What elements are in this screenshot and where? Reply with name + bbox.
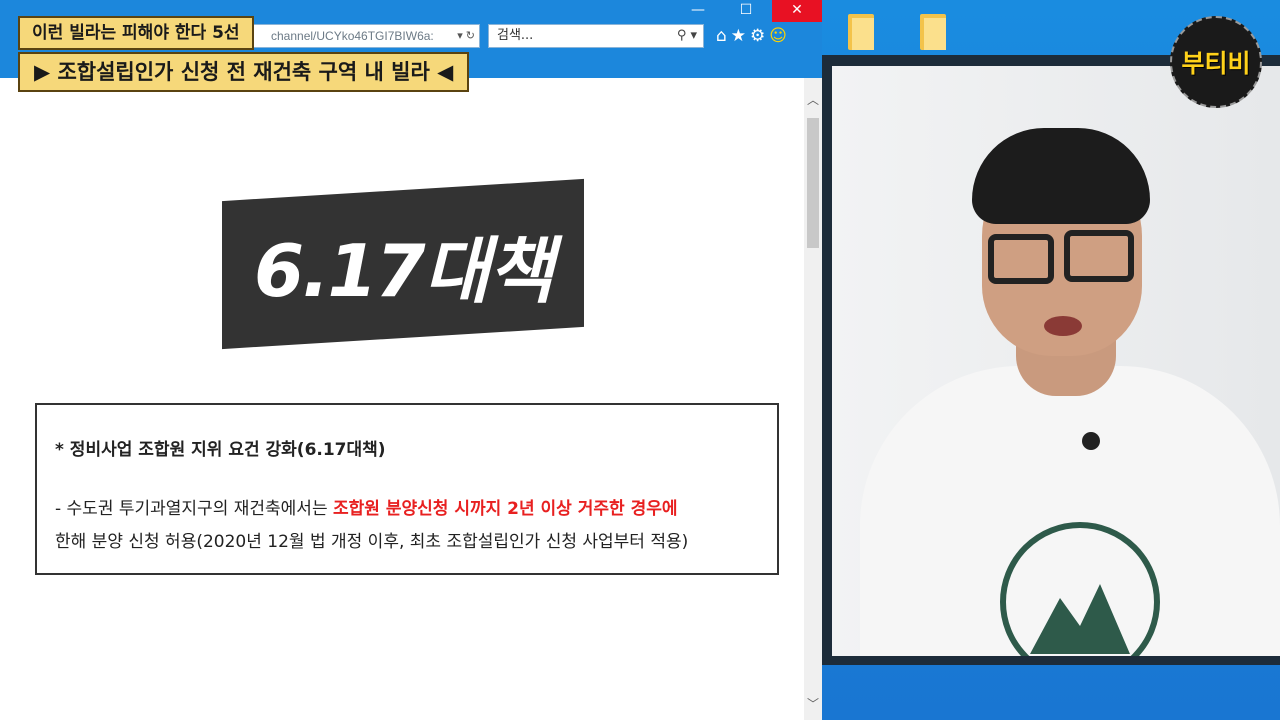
policy-text-line1: - 수도권 투기과열지구의 재건축에서는 조합원 분양신청 시까지 2년 이상 … (55, 494, 759, 519)
search-placeholder: 검색... (497, 28, 534, 43)
channel-logo: 부티비 (1170, 16, 1262, 108)
refresh-icon[interactable]: ▾ ↻ (457, 25, 475, 47)
policy-text-line2: 한해 분양 신청 허용(2020년 12월 법 개정 이후, 최초 조합설립인가… (55, 532, 689, 552)
toolbar-icons: ⌂★⚙☺ (716, 26, 791, 46)
title-banner: 6.17대책 (222, 178, 584, 350)
browser-window: — ☐ ✕ channel/UCYko46TGI7BIW6a: ▾ ↻ 검색..… (0, 0, 822, 720)
url-input[interactable]: channel/UCYko46TGI7BIW6a: ▾ ↻ (248, 24, 480, 48)
favorites-star-icon[interactable]: ★ (731, 26, 750, 46)
home-icon[interactable]: ⌂ (716, 26, 731, 46)
search-input[interactable]: 검색... ⚲ ▾ (488, 24, 704, 48)
smiley-feedback-icon[interactable]: ☺ (769, 26, 791, 46)
glasses-icon (988, 234, 1054, 284)
desktop-folder-icon[interactable] (848, 14, 874, 50)
vertical-scrollbar[interactable]: ︿ ﹀ (804, 78, 822, 720)
channel-logo-text: 부티비 (1181, 49, 1251, 78)
policy-line1-prefix: - 수도권 투기과열지구의 재건축에서는 (55, 499, 333, 519)
maximize-button[interactable]: ☐ (722, 0, 770, 22)
scroll-up-arrow-icon[interactable]: ︿ (804, 90, 822, 110)
url-text: channel/UCYko46TGI7BIW6a: (271, 29, 434, 43)
microphone-icon (1082, 432, 1100, 450)
banner-title: 6.17대책 (253, 228, 553, 313)
page-content: 6.17대책 * 정비사업 조합원 지위 요건 강화(6.17대책) - 수도권… (0, 78, 804, 720)
search-icon[interactable]: ⚲ ▾ (677, 25, 697, 47)
scroll-down-arrow-icon[interactable]: ﹀ (804, 694, 822, 714)
policy-box: * 정비사업 조합원 지위 요건 강화(6.17대책) - 수도권 투기과열지구… (35, 403, 779, 575)
video-caption-subtitle: ▶ 조합설립인가 신청 전 재건축 구역 내 빌라 ◀ (18, 52, 470, 92)
scroll-thumb[interactable] (807, 118, 819, 248)
policy-highlight: 조합원 분양신청 시까지 2년 이상 거주한 경우에 (333, 499, 678, 519)
gear-icon[interactable]: ⚙ (750, 26, 769, 46)
minimize-button[interactable]: — (674, 0, 722, 22)
close-button[interactable]: ✕ (772, 0, 822, 22)
desktop-folder-icon[interactable] (920, 14, 946, 50)
video-caption-title: 이런 빌라는 피해야 한다 5선 (18, 16, 254, 50)
policy-heading: * 정비사업 조합원 지위 요건 강화(6.17대책) (55, 440, 386, 460)
webcam-video (832, 66, 1280, 656)
